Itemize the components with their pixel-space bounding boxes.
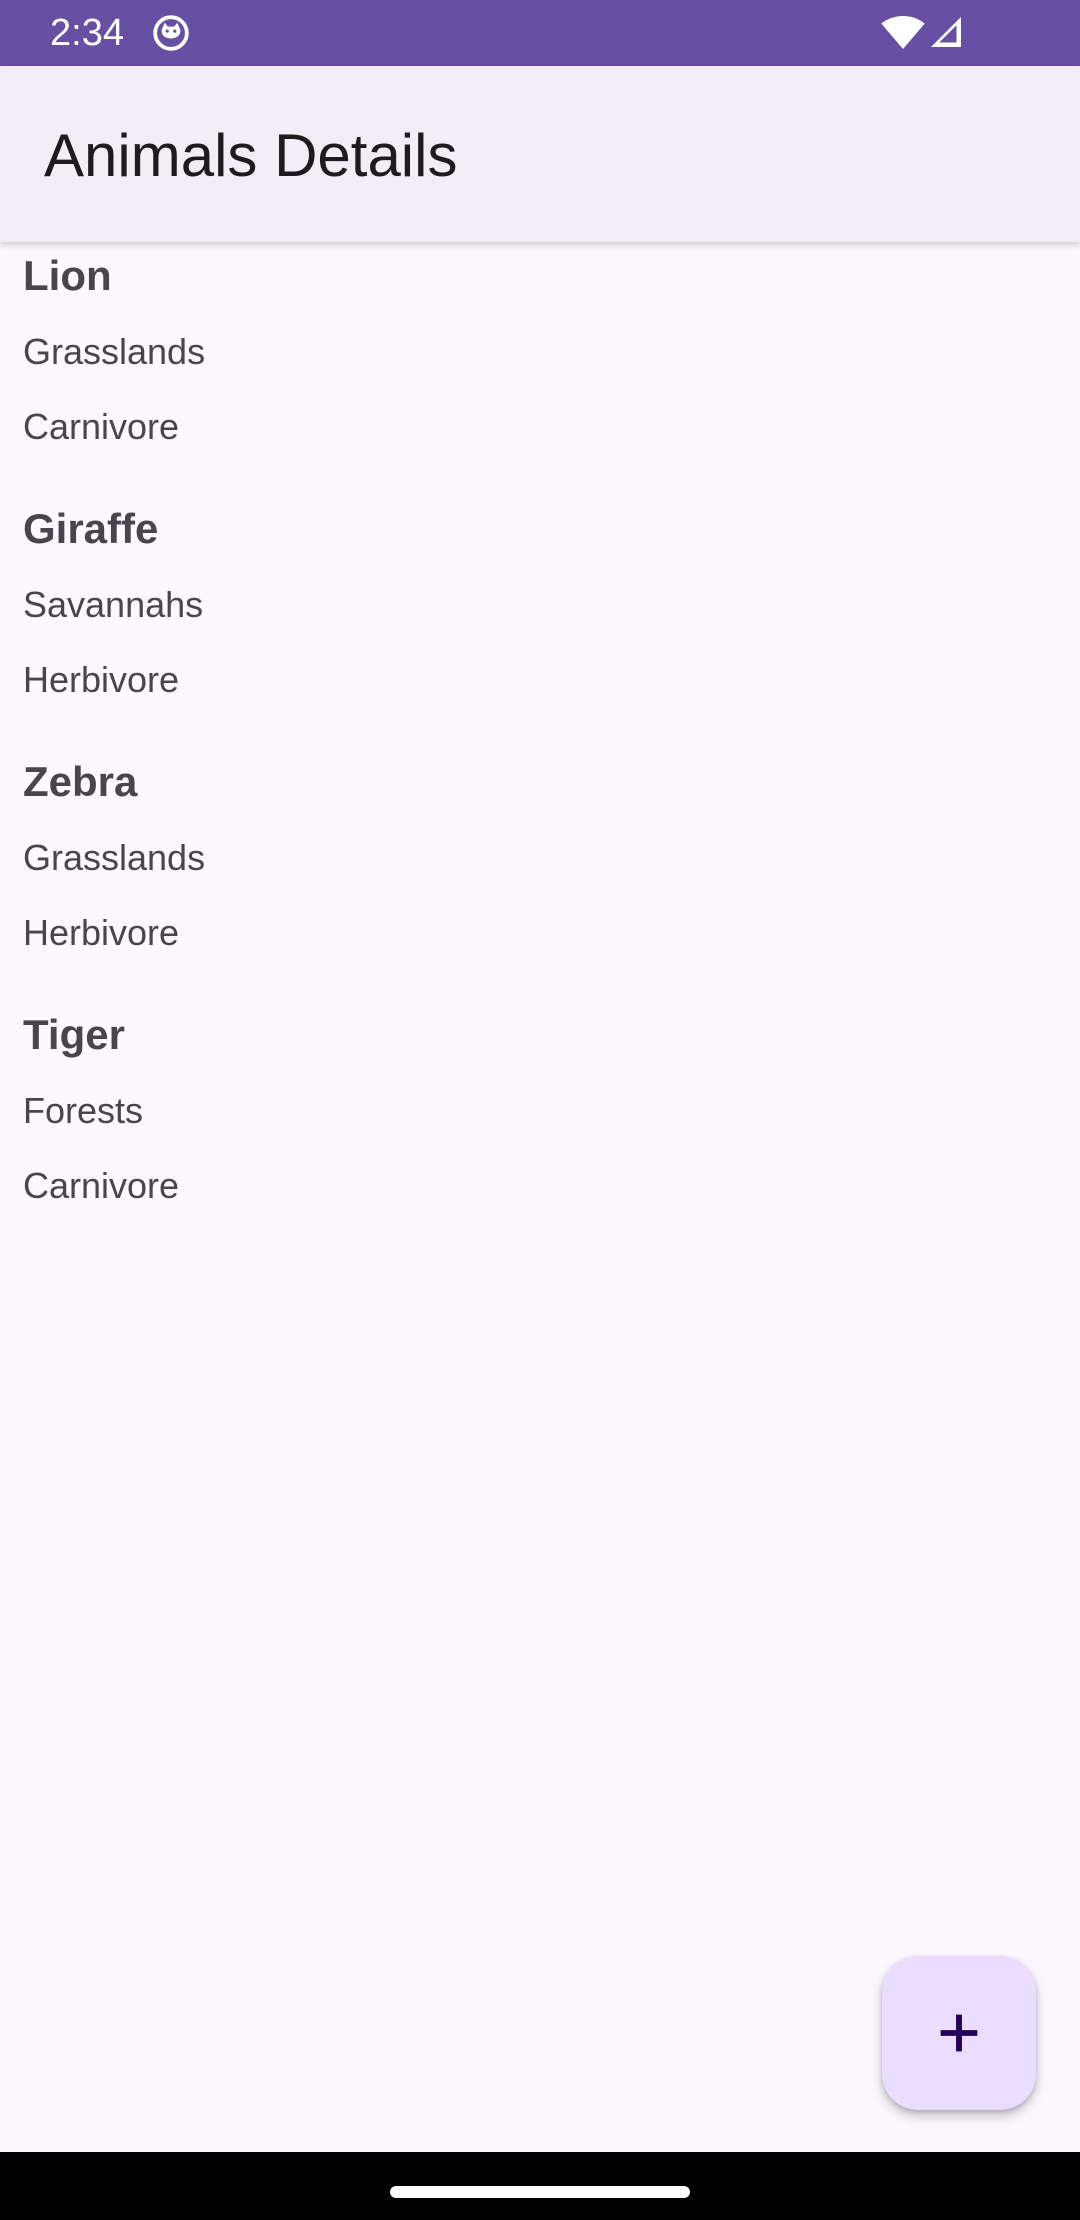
animal-name: Zebra (23, 758, 138, 805)
animal-diet: Carnivore (23, 1165, 180, 1206)
animal-name: Giraffe (23, 505, 159, 552)
plus-icon (940, 2014, 978, 2052)
animal-habitat: Grasslands (23, 331, 206, 372)
page-title: Animals Details (44, 122, 458, 189)
animal-habitat: Grasslands (23, 837, 206, 878)
wifi-icon (881, 16, 925, 50)
add-animal-button[interactable] (882, 1956, 1036, 2110)
status-bar: 2:34 (0, 0, 1080, 66)
list-item: Giraffe Savannahs Herbivore (0, 495, 1080, 748)
cell-signal-icon (931, 17, 961, 47)
animal-diet: Carnivore (23, 406, 180, 447)
home-gesture-handle[interactable] (390, 2186, 690, 2198)
animal-list: Lion Grasslands Carnivore Giraffe Savann… (0, 242, 1080, 1254)
list-item: Zebra Grasslands Herbivore (0, 748, 1080, 1001)
top-app-bar: Animals Details (0, 66, 1080, 242)
animal-diet: Herbivore (23, 659, 180, 700)
animal-habitat: Savannahs (23, 584, 204, 625)
animal-habitat: Forests (23, 1090, 144, 1131)
list-item: Lion Grasslands Carnivore (0, 242, 1080, 495)
status-time: 2:34 (50, 12, 124, 54)
animal-name: Tiger (23, 1011, 125, 1058)
navigation-bar (0, 2152, 1080, 2220)
cat-notification-icon (153, 15, 189, 51)
animal-name: Lion (23, 252, 112, 299)
list-item: Tiger Forests Carnivore (0, 1001, 1080, 1254)
animal-diet: Herbivore (23, 912, 180, 953)
